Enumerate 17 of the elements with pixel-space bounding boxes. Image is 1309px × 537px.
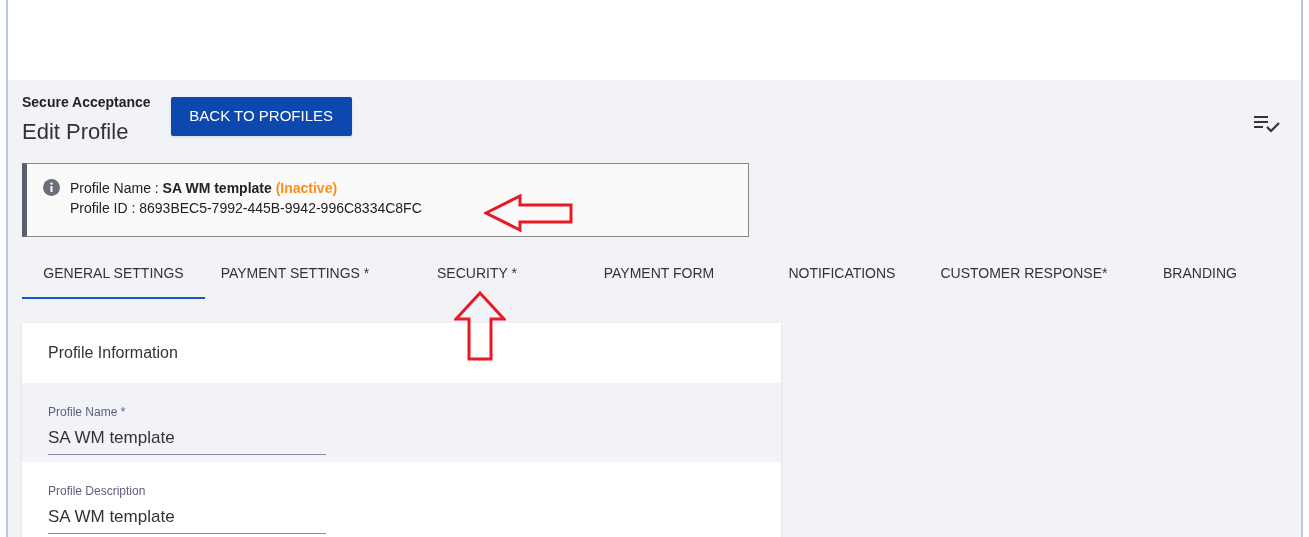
back-button[interactable]: BACK TO PROFILES bbox=[170, 97, 352, 136]
tab[interactable]: SECURITY * bbox=[385, 249, 569, 299]
tab[interactable]: PAYMENT SETTINGS * bbox=[204, 249, 385, 299]
text-field[interactable]: Profile Description SA WM template bbox=[48, 482, 326, 534]
card-title: Profile Information bbox=[48, 343, 178, 363]
tab[interactable]: NOTIFICATIONS bbox=[748, 249, 935, 299]
tab[interactable]: PAYMENT FORM bbox=[568, 249, 749, 299]
page-title: Edit Profile bbox=[22, 118, 130, 146]
tab[interactable]: GENERAL SETTINGS bbox=[22, 249, 205, 299]
profile-id-text: Profile ID : 8693BEC5-7992-445B-9942-996C8334C8FC bbox=[70, 199, 422, 218]
checklist-icon[interactable] bbox=[1253, 114, 1281, 134]
tab[interactable]: CUSTOMER RESPONSE* bbox=[934, 249, 1113, 299]
info-icon bbox=[43, 179, 60, 196]
annotation-arrow bbox=[454, 291, 506, 361]
page-subtitle: Secure Acceptance bbox=[22, 93, 151, 112]
tab[interactable]: BRANDING bbox=[1112, 249, 1287, 299]
profile-name-text: Profile Name : SA WM template (Inactive) bbox=[70, 179, 339, 198]
